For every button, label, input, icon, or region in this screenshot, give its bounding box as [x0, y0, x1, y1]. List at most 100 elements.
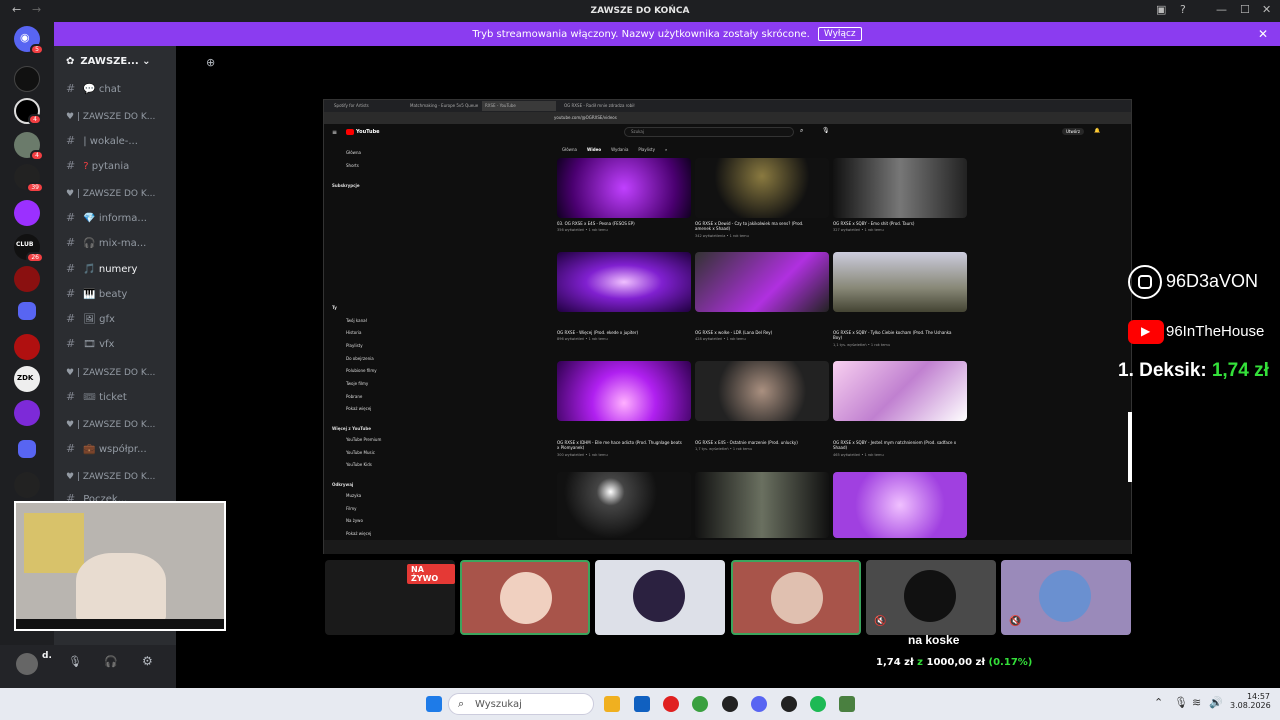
store-icon[interactable] — [634, 696, 650, 712]
screen-share-tile[interactable]: NA ŻYWO — [325, 560, 455, 635]
server-name[interactable]: ✿ ZAWSZE... ⌄ — [66, 56, 151, 67]
video-title[interactable]: 03. OG RXSE x E4S - Pesna (FESOS EP) — [557, 221, 682, 226]
video-title[interactable]: OG RXSE x IDHM - Elle me hace adicto (Pr… — [557, 440, 682, 450]
discord-icon[interactable] — [751, 696, 767, 712]
github-icon[interactable] — [722, 696, 738, 712]
video-thumbnail[interactable] — [833, 158, 967, 218]
video-title[interactable]: OG RXSE x SQBY - Tylko Ciebie kocham (Pr… — [833, 330, 958, 340]
video-thumbnail[interactable] — [695, 472, 829, 538]
sidebar-item-your-videos[interactable]: Twoje filmy — [346, 381, 368, 386]
server-icon-5[interactable] — [14, 200, 40, 226]
sidebar-item-history[interactable]: Historia — [346, 330, 361, 335]
close-banner-icon[interactable]: ✕ — [1258, 27, 1268, 41]
server-icon-2[interactable]: 4 — [14, 98, 42, 125]
sidebar-item-channel[interactable]: Twój kanał — [346, 318, 367, 323]
notifications-icon[interactable]: 🔔 — [1094, 128, 1100, 134]
channel-pytania[interactable]: #? pytania — [66, 159, 129, 172]
channel-gfx[interactable]: # 🖼 gfx — [66, 312, 115, 325]
settings-gear-icon[interactable]: ⚙ — [142, 654, 153, 668]
server-icon-3[interactable]: 4 — [14, 132, 44, 161]
video-thumbnail[interactable] — [557, 472, 691, 538]
server-icon-8[interactable] — [14, 400, 40, 426]
category-2[interactable]: ♥ | ZAWSZE DO K... — [66, 189, 155, 199]
discord-home-icon[interactable]: ◉ 5 — [14, 26, 44, 55]
category-4[interactable]: ♥ | ZAWSZE DO K... — [66, 420, 155, 430]
server-icon-7[interactable] — [14, 334, 40, 360]
sidebar-item-watch-later[interactable]: Do obejrzenia — [346, 356, 374, 361]
spotify-icon[interactable] — [810, 696, 826, 712]
voice-search-icon[interactable]: 🎙 — [822, 127, 830, 134]
video-thumbnail[interactable] — [695, 158, 829, 218]
video-title[interactable]: OG RXSE - Więcej (Prod. ekede x jupiter) — [557, 330, 682, 335]
folder-icon[interactable] — [18, 302, 36, 320]
url-field[interactable]: youtube.com/@OGRXSE/videos — [554, 115, 617, 120]
video-thumbnail[interactable] — [833, 472, 967, 538]
sidebar-item-liked[interactable]: Polubione filmy — [346, 368, 377, 373]
channel-beaty[interactable]: # 🎹 beaty — [66, 287, 127, 300]
browser-tab-3[interactable]: RXSE - YouTube — [482, 101, 556, 111]
participant-tile[interactable] — [731, 560, 861, 635]
sidebar-item-playlists[interactable]: Playlisty — [346, 343, 363, 348]
maximize-icon[interactable]: ☐ — [1240, 3, 1250, 16]
category-5[interactable]: ♥ | ZAWSZE DO K... — [66, 472, 155, 482]
taskbar-search[interactable]: ⌕ Wyszukaj — [448, 693, 594, 715]
sidebar-section-subscriptions[interactable]: Subskrypcje — [332, 183, 360, 188]
channel-numery[interactable]: # 🎵 numery — [66, 262, 137, 275]
video-thumbnail[interactable] — [833, 361, 967, 421]
disable-streamer-mode-button[interactable]: Wyłącz — [817, 27, 862, 41]
search-icon[interactable]: ⌕ — [800, 127, 803, 135]
video-title[interactable]: OG RXSE x E4S - Ostatnie marzenie (Prod.… — [695, 440, 820, 445]
server-icon-4[interactable]: 39 — [14, 164, 44, 193]
invite-icon[interactable]: ⊕ — [206, 56, 215, 69]
folder-icon-2[interactable] — [18, 440, 36, 458]
close-window-icon[interactable]: ✕ — [1262, 3, 1271, 16]
chrome-icon[interactable] — [692, 696, 708, 712]
channel-wokale[interactable]: # | wokale-... — [66, 134, 138, 147]
channel-ticket[interactable]: # 🎟 ticket — [66, 390, 127, 403]
volume-icon[interactable]: 🔊 — [1209, 696, 1223, 709]
sidebar-item-more-2[interactable]: Pokaż więcej — [346, 531, 371, 536]
scrollbar[interactable] — [1128, 412, 1132, 482]
sidebar-item-live[interactable]: Na żywo — [346, 518, 363, 523]
sidebar-item-music[interactable]: YouTube Music — [346, 450, 375, 455]
tab-playlists[interactable]: Playlisty — [638, 147, 655, 152]
browser-tab-1[interactable]: Spotify for Artists — [334, 103, 369, 108]
channel-informacje[interactable]: # 💎 informa... — [66, 211, 147, 224]
sidebar-section-you[interactable]: Ty — [332, 305, 337, 310]
channel-vfx[interactable]: # 🎞 vfx — [66, 337, 114, 350]
channel-chat[interactable]: # 💬 chat — [66, 82, 121, 95]
tab-home[interactable]: Główna — [562, 147, 577, 152]
sidebar-item-more[interactable]: Pokaż więcej — [346, 406, 371, 411]
sidebar-item-home[interactable]: Główna — [346, 150, 361, 155]
file-explorer-icon[interactable] — [604, 696, 620, 712]
sidebar-item-music-explore[interactable]: Muzyka — [346, 493, 361, 498]
browser-tab-2[interactable]: Matchmaking - Europe 5v5 Queue — [410, 103, 478, 108]
start-icon[interactable] — [426, 696, 442, 712]
app-icon[interactable] — [781, 696, 797, 712]
tab-videos[interactable]: Wideo — [587, 147, 601, 152]
video-title[interactable]: OG RXSE x SQBY - Jesteś mym natchnieniem… — [833, 440, 958, 450]
video-title[interactable]: OG RXSE x wolke - LDR (Lana Del Rey) — [695, 330, 820, 335]
category-1[interactable]: ♥ | ZAWSZE DO K... — [66, 112, 155, 122]
server-icon-1[interactable] — [14, 66, 40, 92]
video-thumbnail[interactable] — [557, 158, 691, 218]
inbox-icon[interactable]: ▣ — [1156, 3, 1166, 16]
server-icon-club[interactable]: CLUB 26 — [14, 234, 44, 263]
channel-wspolpraca[interactable]: # 💼 współpr... — [66, 442, 147, 455]
sidebar-item-premium[interactable]: YouTube Premium — [346, 437, 381, 442]
video-thumbnail[interactable] — [695, 361, 829, 421]
sidebar-item-shorts[interactable]: Shorts — [346, 163, 359, 168]
tray-chevron-icon[interactable]: ⌃ — [1154, 696, 1163, 709]
create-button[interactable]: Utwórz — [1062, 128, 1084, 135]
tab-releases[interactable]: Wydania — [611, 147, 628, 152]
sidebar-item-movies[interactable]: Filmy — [346, 506, 357, 511]
microphone-icon[interactable]: 🎙 — [68, 655, 82, 668]
participant-tile[interactable] — [460, 560, 590, 635]
server-icon-9[interactable] — [14, 472, 40, 498]
server-icon-6[interactable] — [14, 266, 40, 292]
wifi-icon[interactable]: ≋ — [1192, 696, 1201, 709]
minimize-icon[interactable]: — — [1216, 3, 1227, 16]
headphones-icon[interactable]: 🎧 — [104, 655, 118, 668]
vite-icon[interactable] — [839, 696, 855, 712]
channel-search-icon[interactable]: ⌕ — [665, 147, 667, 152]
